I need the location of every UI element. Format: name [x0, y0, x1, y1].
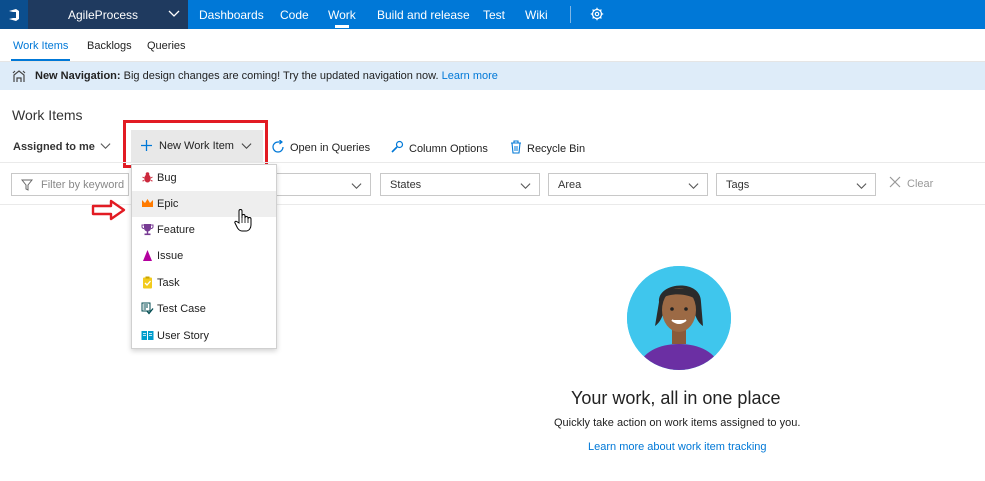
page-title: Work Items — [12, 107, 83, 123]
types-filter-dropdown[interactable] — [270, 173, 371, 196]
recycle-bin-icon — [510, 140, 522, 157]
menu-item-bug[interactable]: Bug — [132, 165, 276, 191]
assigned-label: Assigned to me — [13, 141, 95, 153]
menu-item-label: Issue — [157, 250, 184, 262]
chevron-down-icon — [351, 180, 362, 194]
chevron-down-icon — [856, 180, 867, 194]
sub-navigation: Work Items Backlogs Queries — [0, 29, 985, 62]
hub-code[interactable]: Code — [280, 8, 309, 22]
menu-item-label: Task — [157, 277, 180, 289]
recycle-bin-label: Recycle Bin — [527, 142, 586, 155]
avatar-illustration — [627, 266, 731, 370]
crown-icon — [141, 197, 154, 210]
menu-item-issue[interactable]: Issue — [132, 243, 276, 269]
states-label: States — [390, 179, 422, 191]
hub-work[interactable]: Work — [328, 8, 356, 28]
book-icon — [141, 329, 154, 342]
banner-message: Big design changes are coming! Try the u… — [120, 70, 442, 82]
close-icon — [889, 176, 901, 191]
gear-icon[interactable] — [590, 7, 604, 24]
hub-wiki[interactable]: Wiki — [525, 8, 548, 22]
open-arrow-icon — [271, 139, 285, 156]
keyword-filter-input[interactable]: Filter by keyword — [11, 173, 129, 196]
navigation-icon — [12, 69, 26, 86]
bug-icon — [141, 171, 154, 184]
area-label: Area — [558, 179, 582, 191]
column-options-button[interactable]: Column Options — [390, 140, 488, 157]
hub-build-and-release[interactable]: Build and release — [377, 8, 470, 22]
wrench-icon — [390, 140, 404, 157]
toolbar-divider — [0, 162, 985, 163]
divider — [570, 6, 571, 23]
menu-item-epic[interactable]: Epic — [132, 191, 276, 217]
chevron-down-icon — [688, 180, 699, 194]
menu-item-test-case[interactable]: Test Case — [132, 296, 276, 322]
menu-item-label: Feature — [157, 224, 195, 236]
chevron-down-icon — [520, 180, 531, 194]
tags-filter-dropdown[interactable]: Tags — [716, 173, 876, 196]
assigned-to-me-pivot[interactable]: Assigned to me — [13, 140, 111, 154]
tab-work-items[interactable]: Work Items — [10, 40, 71, 61]
hub-dashboards[interactable]: Dashboards — [199, 8, 264, 22]
menu-item-user-story[interactable]: User Story — [132, 323, 276, 349]
keyword-placeholder: Filter by keyword — [41, 179, 125, 191]
vsts-logo-icon[interactable] — [0, 0, 28, 29]
trophy-icon — [141, 223, 154, 236]
new-work-item-menu: Bug Epic Feature Issue Task Test Case Us… — [131, 164, 277, 349]
learn-more-link[interactable]: Learn more — [442, 70, 498, 82]
clear-label: Clear — [907, 177, 934, 190]
red-arrow-icon — [91, 199, 127, 224]
column-options-label: Column Options — [409, 142, 488, 155]
menu-item-feature[interactable]: Feature — [132, 217, 276, 243]
recycle-bin-button[interactable]: Recycle Bin — [510, 140, 585, 157]
menu-item-task[interactable]: Task — [132, 270, 276, 296]
menu-item-label: User Story — [157, 330, 209, 342]
highlight-box — [123, 120, 268, 168]
empty-state-subtitle: Quickly take action on work items assign… — [554, 417, 801, 429]
new-navigation-banner: New Navigation: Big design changes are c… — [0, 62, 985, 90]
test-case-icon — [141, 302, 154, 315]
open-in-queries-button[interactable]: Open in Queries — [271, 139, 371, 156]
issue-icon — [141, 249, 154, 262]
empty-state-title: Your work, all in one place — [571, 388, 781, 408]
project-name: AgileProcess — [68, 8, 139, 22]
tab-backlogs[interactable]: Backlogs — [87, 40, 132, 52]
clear-filters-button[interactable]: Clear — [889, 176, 933, 191]
menu-item-label: Epic — [157, 198, 179, 210]
area-filter-dropdown[interactable]: Area — [548, 173, 708, 196]
top-navigation-bar: AgileProcess Dashboards Code Work Build … — [0, 0, 985, 29]
banner-text: New Navigation: Big design changes are c… — [35, 70, 498, 82]
tab-queries[interactable]: Queries — [147, 40, 186, 52]
project-selector[interactable]: AgileProcess — [28, 0, 188, 29]
clipboard-icon — [141, 276, 154, 289]
states-filter-dropdown[interactable]: States — [380, 173, 540, 196]
tags-label: Tags — [726, 179, 750, 191]
chevron-down-icon — [100, 140, 111, 154]
menu-item-label: Test Case — [157, 303, 206, 315]
filter-icon — [20, 179, 34, 194]
hub-test[interactable]: Test — [483, 8, 505, 22]
learn-more-tracking-link[interactable]: Learn more about work item tracking — [588, 441, 767, 453]
hand-cursor-icon — [234, 208, 252, 235]
chevron-down-icon — [168, 7, 180, 22]
menu-item-label: Bug — [157, 172, 177, 184]
banner-bold: New Navigation: — [35, 70, 121, 82]
open-in-queries-label: Open in Queries — [290, 142, 371, 154]
